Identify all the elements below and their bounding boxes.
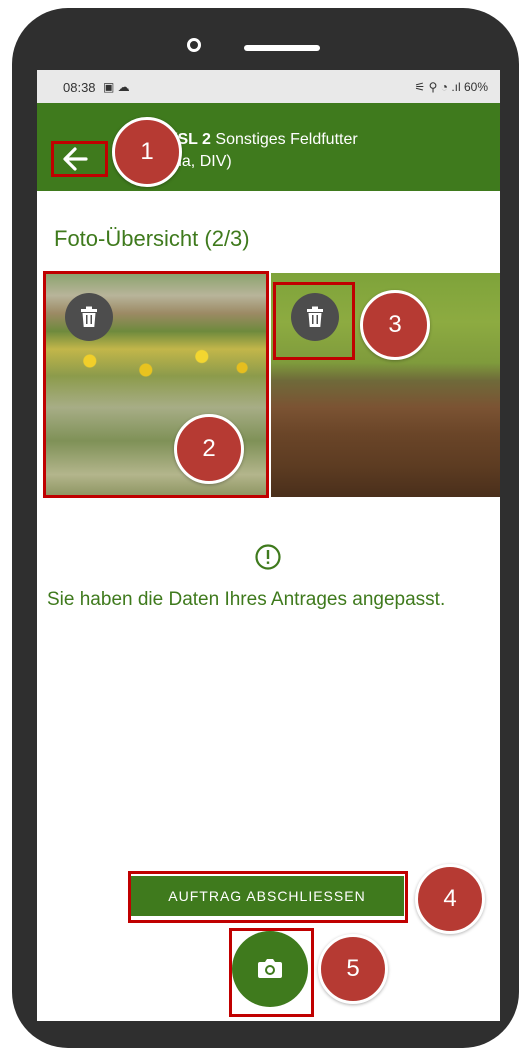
annotation-box-finish	[128, 871, 408, 923]
notice-message: Sie haben die Daten Ihres Antrages angep…	[47, 589, 446, 610]
annotation-box-camera	[229, 928, 314, 1017]
annotation-box-back	[51, 141, 108, 177]
volume-button	[16, 153, 26, 221]
annotation-badge-5: 5	[318, 934, 388, 1004]
annotation-badge-3: 3	[360, 290, 430, 360]
front-camera	[187, 38, 201, 52]
earpiece-speaker	[244, 45, 320, 51]
status-left-icons: ▣ ☁	[103, 80, 130, 94]
page-title: Foto-Übersicht (2/3)	[54, 226, 250, 251]
annotation-badge-2: 2	[174, 414, 244, 484]
app-bar-title: /SL 2 Sonstiges Feldfutter ha, DIV)	[173, 129, 358, 173]
exclamation-circle-icon	[255, 544, 281, 570]
annotation-badge-1: 1	[112, 117, 182, 187]
status-right-indicators: ⚟ ⚲ ◔ .ıl 60%	[414, 80, 488, 94]
status-time: 08:38	[63, 80, 96, 95]
status-bar: 08:38 ▣ ☁ ⚟ ⚲ ◔ .ıl 60%	[37, 70, 500, 103]
power-button	[16, 268, 26, 346]
annotation-box-delete	[273, 282, 355, 360]
annotation-badge-4: 4	[415, 864, 485, 934]
app-bar-subtitle: ha, DIV)	[173, 153, 232, 170]
app-bar-title-rest: Sonstiges Feldfutter	[210, 131, 358, 148]
